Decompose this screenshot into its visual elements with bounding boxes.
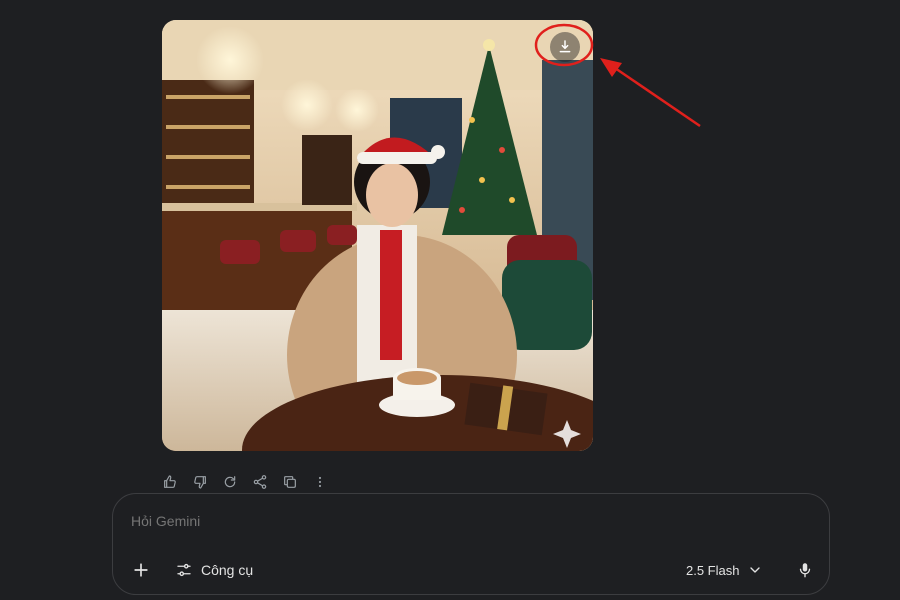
thumb-up-icon [164,475,176,488]
generated-image-graphic [162,20,593,451]
regenerate-button[interactable] [220,472,240,492]
more-options-button[interactable] [310,472,330,492]
tools-button[interactable]: Công cụ [175,558,253,582]
microphone-button[interactable] [793,558,817,582]
thumb-down-button[interactable] [190,472,210,492]
download-button[interactable] [550,32,580,62]
share-button[interactable] [250,472,270,492]
tune-icon [177,563,191,577]
pointer-arrow-head [600,58,622,77]
prompt-composer: Công cụ 2.5 Flash [112,493,830,595]
model-label: 2.5 Flash [686,562,740,578]
add-button[interactable] [129,558,153,582]
generated-image[interactable] [162,20,593,451]
chevron-down-icon [750,567,761,573]
plus-icon [134,563,148,577]
model-selector[interactable]: 2.5 Flash [686,558,763,582]
thumb-up-button[interactable] [160,472,180,492]
prompt-input[interactable] [131,513,731,529]
share-icon [253,475,267,489]
download-icon [559,40,571,53]
copy-button[interactable] [280,472,300,492]
response-actions [160,472,330,492]
more-vert-icon [318,476,322,488]
mic-icon [799,563,811,578]
thumb-down-icon [194,476,206,489]
pointer-arrow-shaft [611,64,701,128]
tools-label: Công cụ [201,562,254,578]
copy-icon [284,476,296,488]
redo-icon [224,476,236,488]
